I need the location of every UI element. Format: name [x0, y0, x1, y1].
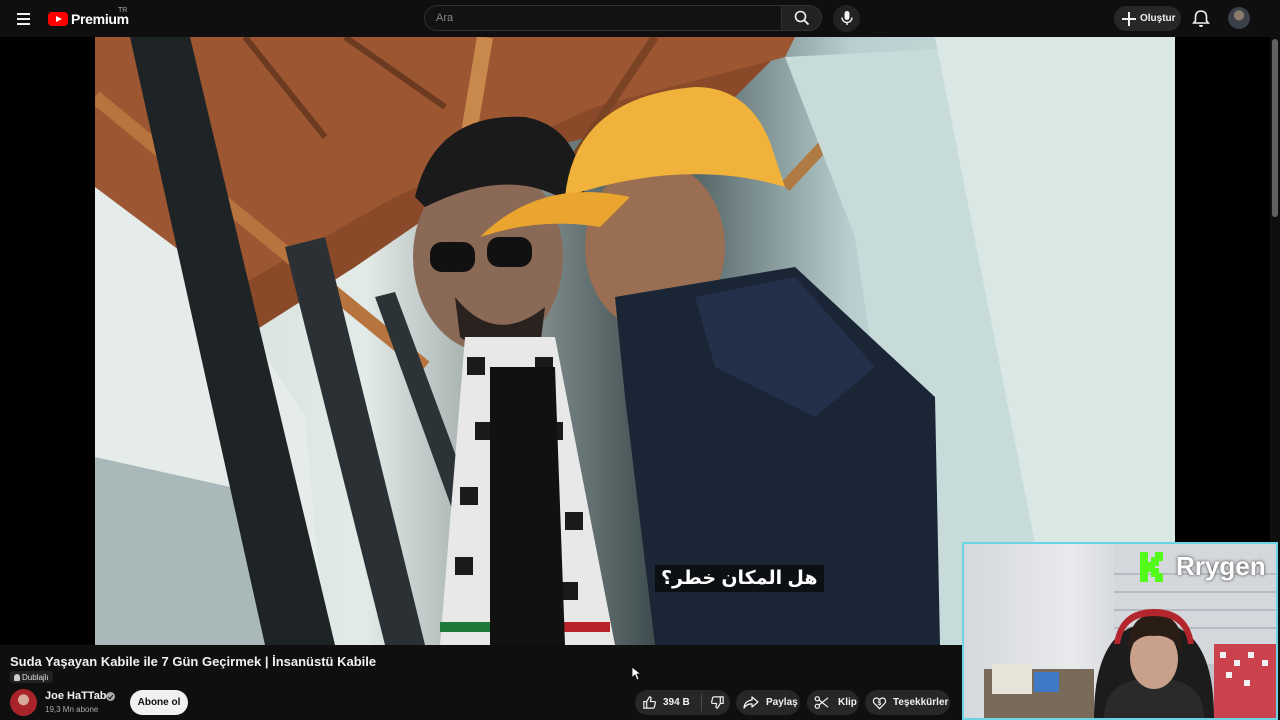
notifications-button[interactable] — [1189, 7, 1213, 31]
streamer-name: Rrygen — [1176, 551, 1266, 581]
account-avatar[interactable] — [1228, 7, 1250, 29]
like-count: 394 B — [663, 697, 690, 708]
channel-name[interactable]: Joe HaTTab — [45, 690, 107, 702]
svg-text:$: $ — [878, 700, 882, 707]
create-label: Oluştur — [1140, 13, 1176, 24]
bell-icon — [1192, 10, 1210, 27]
dislike-icon — [710, 696, 724, 709]
thanks-label: Teşekkürler — [893, 697, 949, 708]
share-button[interactable]: Paylaş — [736, 690, 800, 715]
search-icon — [794, 10, 810, 26]
scrollbar-thumb[interactable] — [1272, 39, 1278, 217]
share-label: Paylaş — [766, 697, 798, 708]
video-title: Suda Yaşayan Kabile ile 7 Gün Geçirmek |… — [10, 654, 377, 669]
video-subtitle: هل المكان خطر؟ — [655, 565, 824, 592]
like-dislike-group: 394 B — [635, 690, 730, 715]
dubbed-badge: Dublajlı — [10, 671, 53, 683]
search-button[interactable] — [781, 5, 822, 31]
thanks-icon: $ — [872, 697, 887, 710]
voice-search-button[interactable] — [833, 5, 860, 32]
streamer-webcam-overlay: Rrygen — [962, 542, 1278, 720]
subscriber-count: 19,3 Mn abone — [45, 705, 99, 714]
scissors-icon — [814, 696, 829, 709]
menu-icon[interactable] — [10, 6, 36, 32]
dislike-button[interactable] — [702, 690, 725, 715]
verified-badge-icon — [106, 692, 115, 701]
country-code: TR — [118, 7, 128, 14]
mouse-cursor-icon — [632, 667, 642, 681]
like-button[interactable]: 394 B — [635, 690, 690, 715]
create-button[interactable]: Oluştur — [1114, 6, 1181, 31]
thanks-button[interactable]: $ Teşekkürler — [865, 690, 950, 715]
plus-icon — [1122, 11, 1136, 26]
youtube-premium-logo[interactable]: Premium TR — [48, 7, 129, 30]
channel-avatar[interactable] — [10, 689, 37, 716]
subscribe-button[interactable]: Abone ol — [130, 690, 188, 715]
masthead: Premium TR Oluştur — [0, 0, 1280, 37]
share-icon — [743, 696, 759, 709]
search-box — [424, 5, 781, 31]
search-input[interactable] — [434, 11, 758, 25]
kick-logo-icon — [1140, 552, 1163, 582]
youtube-logo-icon — [48, 12, 68, 26]
dubbing-icon — [14, 673, 20, 681]
dubbed-badge-label: Dublajlı — [22, 672, 49, 682]
mic-icon — [841, 11, 853, 25]
clip-button[interactable]: Klip — [807, 690, 859, 715]
like-icon — [643, 696, 656, 709]
clip-label: Klip — [838, 697, 857, 708]
